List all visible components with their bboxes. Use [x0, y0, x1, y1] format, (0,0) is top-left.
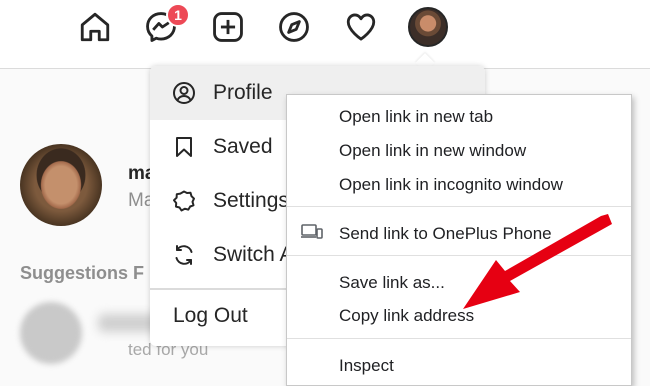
annotation-arrow — [463, 214, 612, 309]
